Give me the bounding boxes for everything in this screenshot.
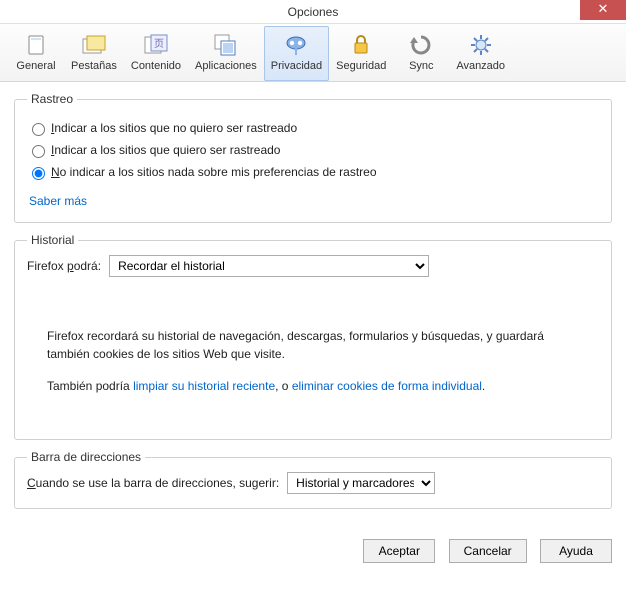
history-legend: Historial: [27, 233, 78, 247]
tracking-opt2-label: Indicar a los sitios que quiero ser rast…: [51, 143, 280, 157]
help-button[interactable]: Ayuda: [540, 539, 612, 563]
privacy-icon: [282, 31, 310, 59]
tab-avanzado[interactable]: Avanzado: [449, 26, 512, 81]
content-icon: 页: [142, 31, 170, 59]
tab-general[interactable]: General: [8, 26, 64, 81]
tracking-opt1-label: Indicar a los sitios que no quiero ser r…: [51, 121, 297, 135]
tracking-legend: Rastreo: [27, 92, 77, 106]
addressbar-label: Cuando se use la barra de direcciones, s…: [27, 476, 279, 490]
addressbar-suggest-select[interactable]: Historial y marcadores: [287, 472, 435, 494]
history-description: Firefox recordará su historial de navega…: [47, 327, 579, 363]
tab-label: Sync: [409, 60, 433, 72]
tab-label: Seguridad: [336, 60, 386, 72]
window-title: Opciones: [288, 5, 339, 19]
tracking-opt3-radio[interactable]: [32, 167, 45, 180]
cancel-button[interactable]: Cancelar: [449, 539, 527, 563]
content-area: Rastreo Indicar a los sitios que no quie…: [0, 82, 626, 529]
history-group: Historial Firefox podrá: Recordar el his…: [14, 233, 612, 440]
tab-label: Avanzado: [456, 60, 505, 72]
dialog-button-bar: Aceptar Cancelar Ayuda: [0, 529, 626, 573]
ok-button[interactable]: Aceptar: [363, 539, 435, 563]
advanced-icon: [467, 31, 495, 59]
applications-icon: [212, 31, 240, 59]
tracking-opt1-radio[interactable]: [32, 123, 45, 136]
tab-label: Pestañas: [71, 60, 117, 72]
category-toolbar: General Pestañas 页 Contenido Aplicacione…: [0, 24, 626, 82]
addressbar-legend: Barra de direcciones: [27, 450, 145, 464]
tracking-opt3-row[interactable]: No indicar a los sitios nada sobre mis p…: [27, 164, 599, 180]
tab-label: Privacidad: [271, 60, 322, 72]
clear-recent-history-link[interactable]: limpiar su historial reciente: [133, 379, 275, 393]
addressbar-group: Barra de direcciones Cuando se use la ba…: [14, 450, 612, 509]
tab-sync[interactable]: Sync: [393, 26, 449, 81]
delete-cookies-link[interactable]: eliminar cookies de forma individual: [292, 379, 482, 393]
tracking-group: Rastreo Indicar a los sitios que no quie…: [14, 92, 612, 223]
tracking-opt3-label: No indicar a los sitios nada sobre mis p…: [51, 165, 377, 179]
tab-label: Aplicaciones: [195, 60, 257, 72]
tab-pestanas[interactable]: Pestañas: [64, 26, 124, 81]
security-icon: [347, 31, 375, 59]
close-icon: ✕: [598, 1, 609, 16]
sync-icon: [407, 31, 435, 59]
tab-label: General: [16, 60, 55, 72]
title-bar: Opciones ✕: [0, 0, 626, 24]
tab-privacidad[interactable]: Privacidad: [264, 26, 329, 81]
tab-aplicaciones[interactable]: Aplicaciones: [188, 26, 264, 81]
tracking-more-link[interactable]: Saber más: [29, 194, 87, 208]
tracking-opt2-radio[interactable]: [32, 145, 45, 158]
history-label: Firefox podrá:: [27, 259, 101, 273]
tabs-icon: [80, 31, 108, 59]
tracking-opt2-row[interactable]: Indicar a los sitios que quiero ser rast…: [27, 142, 599, 158]
tab-label: Contenido: [131, 60, 181, 72]
tab-contenido[interactable]: 页 Contenido: [124, 26, 188, 81]
tracking-opt1-row[interactable]: Indicar a los sitios que no quiero ser r…: [27, 120, 599, 136]
tab-seguridad[interactable]: Seguridad: [329, 26, 393, 81]
general-icon: [22, 31, 50, 59]
history-mode-select[interactable]: Recordar el historial: [109, 255, 429, 277]
history-links-line: También podría limpiar su historial reci…: [47, 377, 579, 395]
close-button[interactable]: ✕: [580, 0, 626, 20]
svg-text:页: 页: [154, 38, 164, 50]
